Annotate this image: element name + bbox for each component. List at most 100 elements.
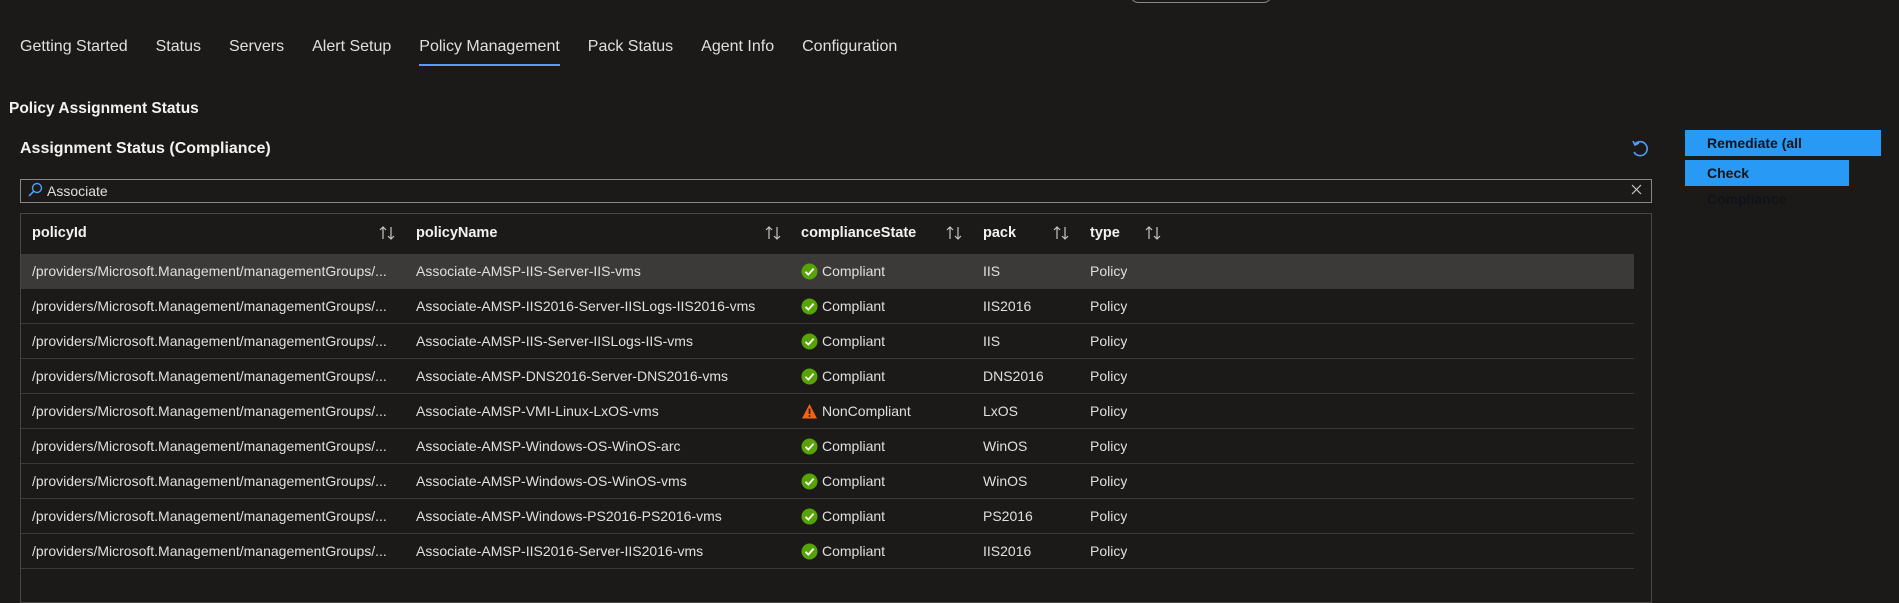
- tab-policy-management[interactable]: Policy Management: [419, 30, 560, 68]
- compliance-state-label: Compliant: [822, 333, 886, 349]
- compliance-state-cell: NonCompliant: [801, 403, 971, 421]
- remediate-button[interactable]: Remediate (all policies): [1685, 130, 1881, 177]
- policy-name-cell: Associate-AMSP-VMI-Linux-LxOS-vms: [416, 403, 659, 419]
- table-header: policyId policyName complianceState pack…: [21, 214, 1651, 254]
- type-cell: Policy: [1090, 508, 1128, 524]
- policy-id-cell: /providers/Microsoft.Management/manageme…: [32, 403, 387, 419]
- column-header-compliancestate[interactable]: complianceState: [801, 225, 916, 241]
- type-cell: Policy: [1090, 368, 1128, 384]
- pack-cell: IIS: [983, 263, 1001, 279]
- sort-icon[interactable]: [764, 225, 782, 241]
- compliance-state-cell: Compliant: [801, 333, 971, 351]
- sort-icon[interactable]: [378, 225, 396, 241]
- compliance-state-label: Compliant: [822, 543, 886, 559]
- table-row[interactable]: /providers/Microsoft.Management/manageme…: [21, 429, 1634, 464]
- type-cell: Policy: [1090, 333, 1128, 349]
- compliance-state-cell: Compliant: [801, 473, 971, 491]
- pack-cell: PS2016: [983, 508, 1033, 524]
- column-header-type[interactable]: type: [1090, 225, 1120, 241]
- policy-id-cell: /providers/Microsoft.Management/manageme…: [32, 543, 387, 559]
- search-icon: [28, 182, 43, 197]
- table-row[interactable]: /providers/Microsoft.Management/manageme…: [21, 289, 1634, 324]
- tab-pack-status[interactable]: Pack Status: [588, 30, 673, 68]
- tab-servers[interactable]: Servers: [229, 30, 284, 68]
- compliance-state-cell: Compliant: [801, 438, 971, 456]
- policy-name-cell: Associate-AMSP-Windows-PS2016-PS2016-vms: [416, 508, 722, 524]
- pack-cell: LxOS: [983, 403, 1019, 419]
- check-circle-icon: [801, 543, 818, 560]
- type-cell: Policy: [1090, 438, 1128, 454]
- pack-cell: WinOS: [983, 438, 1028, 454]
- top-toggle[interactable]: [1130, 0, 1272, 3]
- search-input[interactable]: [47, 181, 1617, 201]
- policy-id-cell: /providers/Microsoft.Management/manageme…: [32, 473, 387, 489]
- refresh-icon[interactable]: [1630, 138, 1650, 160]
- compliance-state-label: Compliant: [822, 298, 886, 314]
- grid-title: Assignment Status (Compliance): [20, 140, 271, 157]
- sort-icon[interactable]: [1052, 225, 1070, 241]
- compliance-state-label: Compliant: [822, 368, 886, 384]
- table-row[interactable]: /providers/Microsoft.Management/manageme…: [21, 324, 1634, 359]
- policy-name-cell: Associate-AMSP-IIS2016-Server-IISLogs-II…: [416, 298, 756, 314]
- table-row[interactable]: /providers/Microsoft.Management/manageme…: [21, 534, 1634, 569]
- policy-id-cell: /providers/Microsoft.Management/manageme…: [32, 508, 387, 524]
- pack-cell: WinOS: [983, 473, 1028, 489]
- pack-cell: IIS2016: [983, 298, 1032, 314]
- column-header-policyid[interactable]: policyId: [32, 225, 87, 241]
- policy-name-cell: Associate-AMSP-IIS2016-Server-IIS2016-vm…: [416, 543, 704, 559]
- policy-name-cell: Associate-AMSP-DNS2016-Server-DNS2016-vm…: [416, 368, 728, 384]
- policy-name-cell: Associate-AMSP-Windows-OS-WinOS-arc: [416, 438, 681, 454]
- compliance-state-cell: Compliant: [801, 543, 971, 561]
- table-row[interactable]: /providers/Microsoft.Management/manageme…: [21, 394, 1634, 429]
- policy-name-cell: Associate-AMSP-IIS-Server-IISLogs-IIS-vm…: [416, 333, 693, 349]
- pack-cell: IIS2016: [983, 543, 1032, 559]
- tab-getting-started[interactable]: Getting Started: [20, 30, 128, 68]
- policy-id-cell: /providers/Microsoft.Management/manageme…: [32, 333, 387, 349]
- tab-status[interactable]: Status: [156, 30, 201, 68]
- compliance-state-label: Compliant: [822, 263, 886, 279]
- compliance-table: policyId policyName complianceState pack…: [20, 213, 1652, 603]
- policy-id-cell: /providers/Microsoft.Management/manageme…: [32, 263, 387, 279]
- tab-bar: Getting Started Status Servers Alert Set…: [0, 30, 905, 68]
- type-cell: Policy: [1090, 473, 1128, 489]
- policy-id-cell: /providers/Microsoft.Management/manageme…: [32, 298, 387, 314]
- pack-cell: IIS: [983, 333, 1001, 349]
- table-row[interactable]: /providers/Microsoft.Management/manageme…: [21, 359, 1634, 394]
- clear-icon[interactable]: [1629, 182, 1645, 198]
- check-circle-icon: [801, 298, 818, 315]
- check-circle-icon: [801, 508, 818, 525]
- compliance-state-label: Compliant: [822, 508, 886, 524]
- sort-icon[interactable]: [1144, 225, 1162, 241]
- type-cell: Policy: [1090, 403, 1128, 419]
- check-compliance-button[interactable]: Check Compliance: [1685, 160, 1849, 207]
- check-circle-icon: [801, 368, 818, 385]
- column-header-pack[interactable]: pack: [983, 225, 1016, 241]
- tab-agent-info[interactable]: Agent Info: [701, 30, 774, 68]
- column-header-policyname[interactable]: policyName: [416, 225, 497, 241]
- compliance-state-cell: Compliant: [801, 298, 971, 316]
- policy-id-cell: /providers/Microsoft.Management/manageme…: [32, 438, 387, 454]
- compliance-state-cell: Compliant: [801, 368, 971, 386]
- compliance-state-label: Compliant: [822, 438, 886, 454]
- tab-configuration[interactable]: Configuration: [802, 30, 897, 68]
- table-row[interactable]: /providers/Microsoft.Management/manageme…: [21, 464, 1634, 499]
- policy-id-cell: /providers/Microsoft.Management/manageme…: [32, 368, 387, 384]
- compliance-state-label: NonCompliant: [822, 403, 911, 419]
- type-cell: Policy: [1090, 263, 1128, 279]
- policy-name-cell: Associate-AMSP-Windows-OS-WinOS-vms: [416, 473, 687, 489]
- check-circle-icon: [801, 473, 818, 490]
- tab-alert-setup[interactable]: Alert Setup: [312, 30, 391, 68]
- type-cell: Policy: [1090, 298, 1128, 314]
- warning-icon: [802, 404, 817, 419]
- check-circle-icon: [801, 333, 818, 350]
- check-circle-icon: [801, 263, 818, 280]
- table-row[interactable]: /providers/Microsoft.Management/manageme…: [21, 499, 1634, 534]
- table-row[interactable]: /providers/Microsoft.Management/manageme…: [21, 254, 1634, 289]
- check-circle-icon: [801, 438, 818, 455]
- sort-icon[interactable]: [945, 225, 963, 241]
- pack-cell: DNS2016: [983, 368, 1044, 384]
- type-cell: Policy: [1090, 543, 1128, 559]
- policy-name-cell: Associate-AMSP-IIS-Server-IIS-vms: [416, 263, 641, 279]
- compliance-state-cell: Compliant: [801, 508, 971, 526]
- search-box: [20, 179, 1652, 203]
